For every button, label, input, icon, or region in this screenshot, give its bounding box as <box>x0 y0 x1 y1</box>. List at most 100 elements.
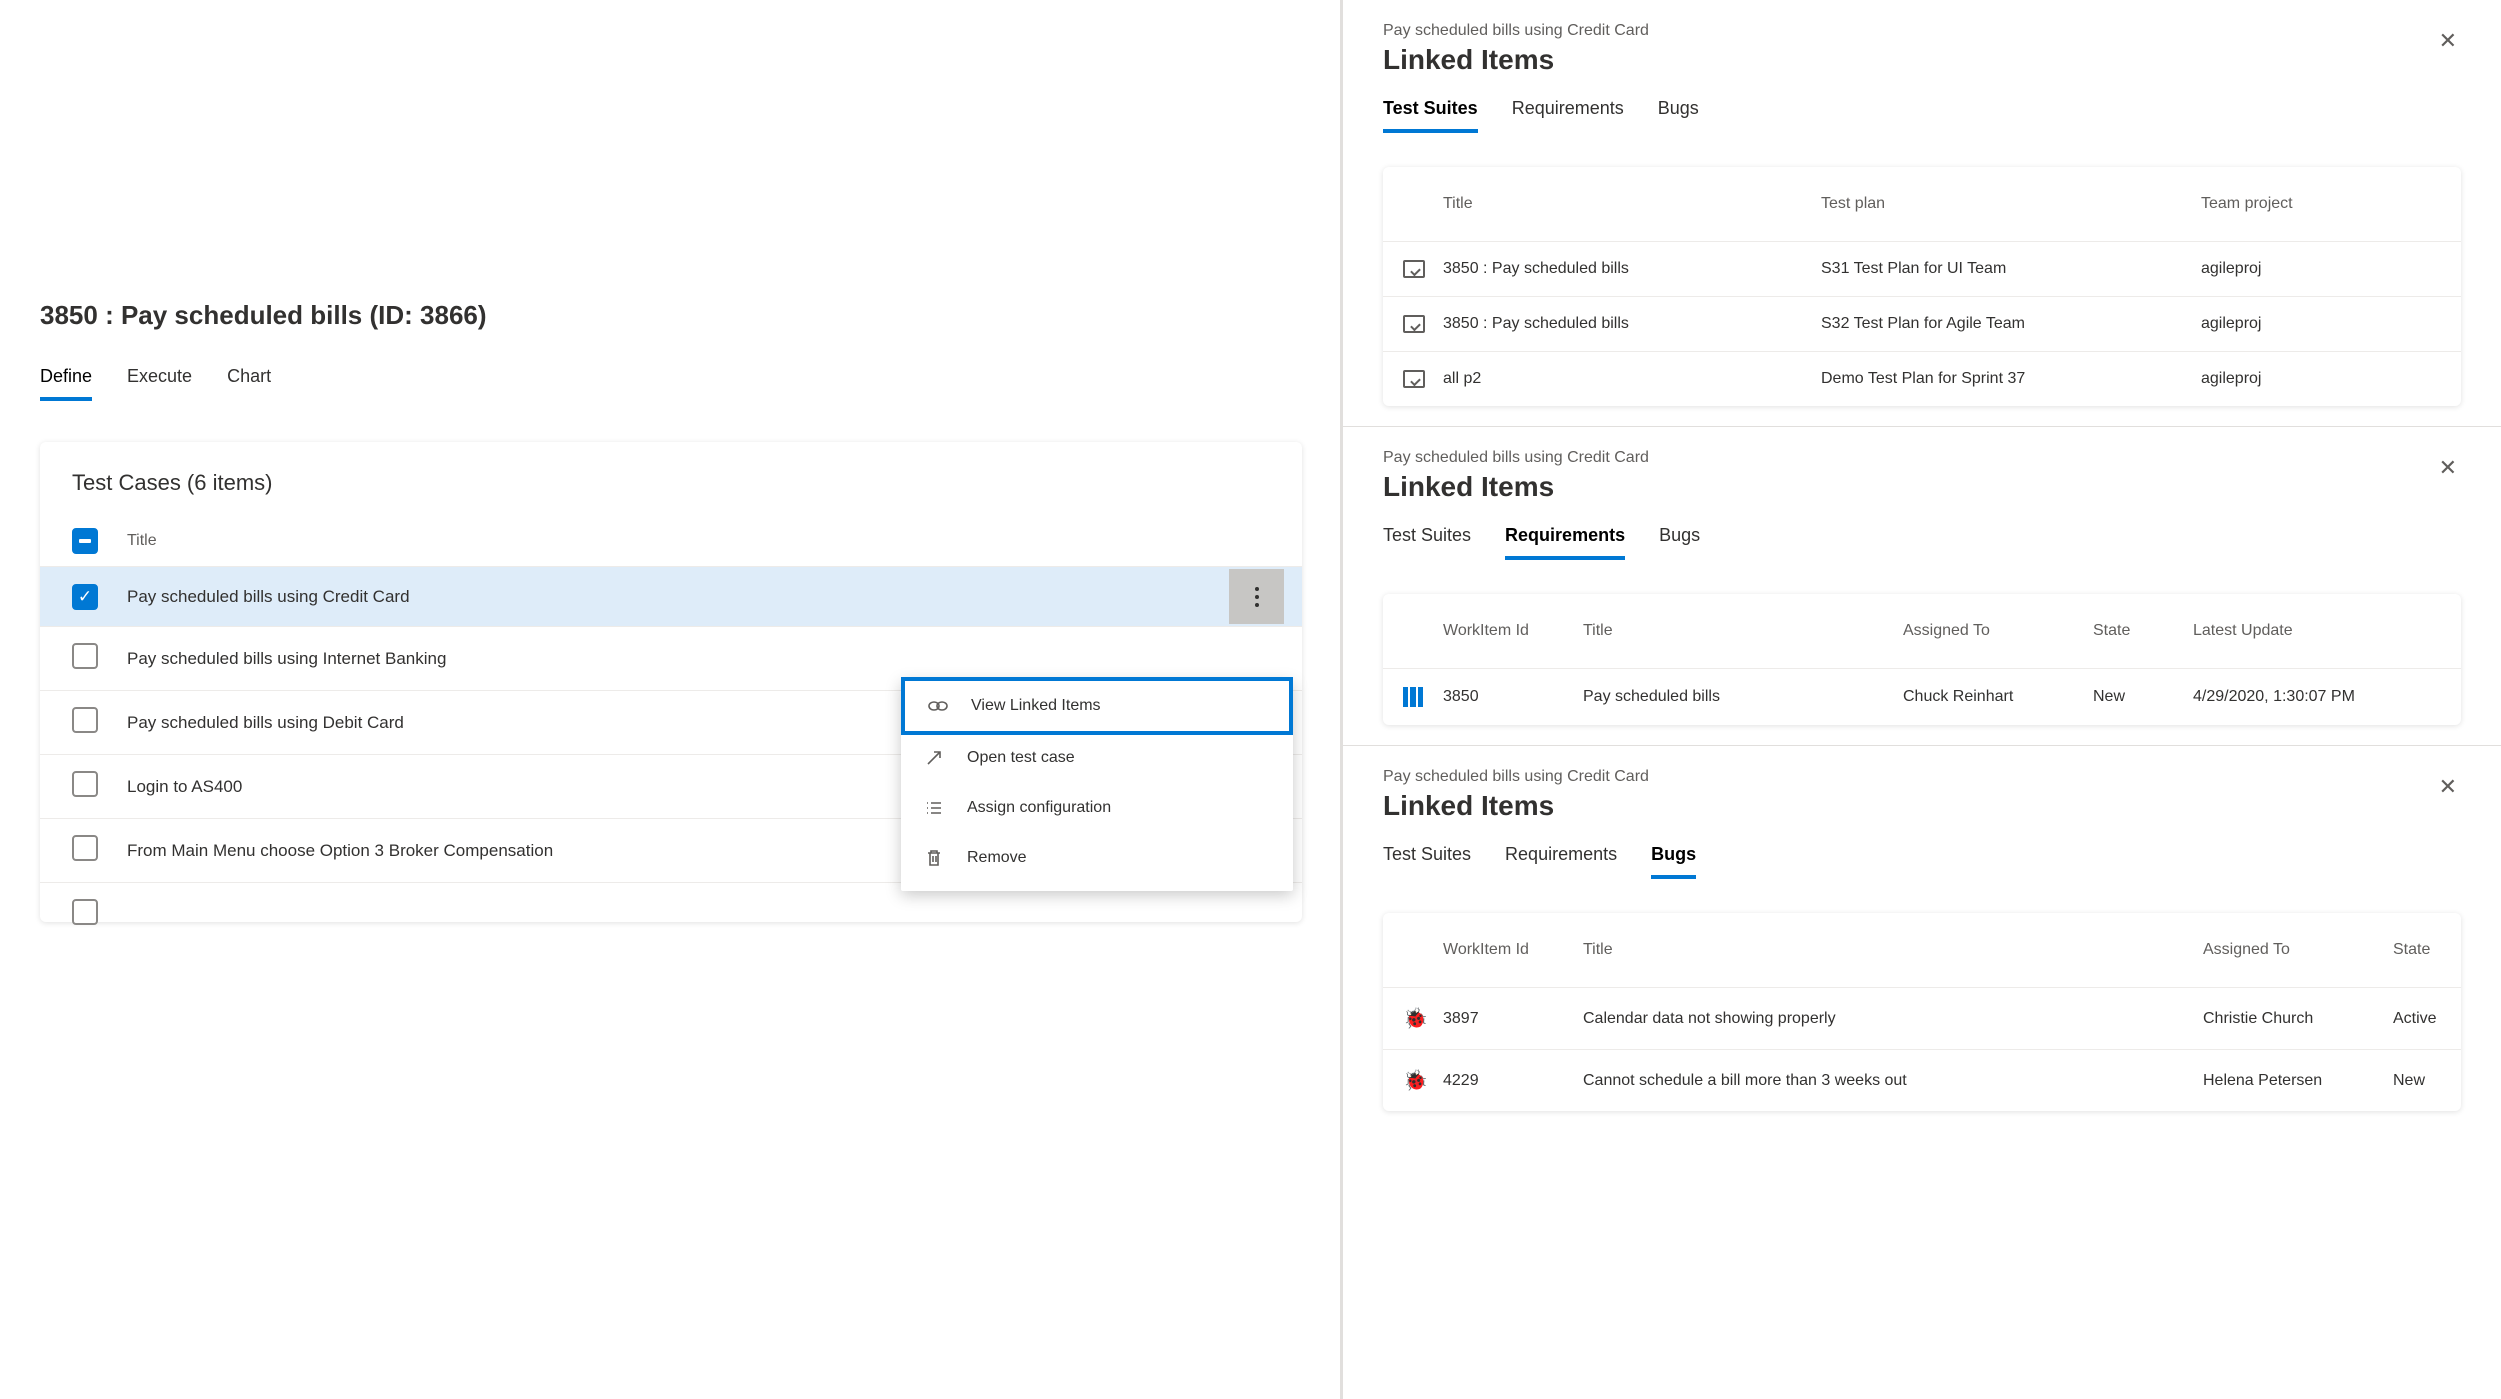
cell-id: 4229 <box>1443 1072 1583 1090</box>
menu-label: View Linked Items <box>971 697 1101 715</box>
cell-assigned: Christie Church <box>2203 1010 2393 1028</box>
panel-title: Linked Items <box>1383 44 2461 76</box>
table-row[interactable]: 3850 : Pay scheduled bills S31 Test Plan… <box>1383 241 2461 296</box>
col-title[interactable]: Title <box>1583 622 1903 640</box>
close-icon[interactable]: ✕ <box>2439 28 2457 54</box>
table-row[interactable]: 🐞 3897 Calendar data not showing properl… <box>1383 987 2461 1049</box>
col-workitem-id[interactable]: WorkItem Id <box>1443 622 1583 640</box>
panel-subtitle: Pay scheduled bills using Credit Card <box>1383 768 2461 786</box>
suite-icon <box>1403 260 1443 278</box>
linked-items-panel-requirements: ✕ Pay scheduled bills using Credit Card … <box>1343 426 2501 745</box>
table-row[interactable]: 3850 : Pay scheduled bills S32 Test Plan… <box>1383 296 2461 351</box>
menu-remove[interactable]: Remove <box>901 833 1293 883</box>
list-icon <box>923 800 945 816</box>
col-state[interactable]: State <box>2393 941 2461 959</box>
cell-assigned: Chuck Reinhart <box>1903 688 2093 706</box>
panel-subtitle: Pay scheduled bills using Credit Card <box>1383 22 2461 40</box>
linked-items-panel-bugs: ✕ Pay scheduled bills using Credit Card … <box>1343 745 2501 1131</box>
menu-label: Open test case <box>967 749 1075 767</box>
panel-title: Linked Items <box>1383 790 2461 822</box>
cell-id: 3897 <box>1443 1010 1583 1028</box>
link-icon <box>927 699 949 713</box>
menu-open-test-case[interactable]: Open test case <box>901 733 1293 783</box>
more-icon <box>1255 587 1259 607</box>
row-checkbox[interactable] <box>72 771 98 797</box>
row-checkbox[interactable] <box>72 643 98 669</box>
cell-state: New <box>2093 688 2193 706</box>
col-assigned-to[interactable]: Assigned To <box>2203 941 2393 959</box>
col-latest-update[interactable]: Latest Update <box>2193 622 2443 640</box>
cell-plan: Demo Test Plan for Sprint 37 <box>1821 370 2201 388</box>
cell-title: Cannot schedule a bill more than 3 weeks… <box>1583 1072 2203 1090</box>
linked-items-panel-suites: ✕ Pay scheduled bills using Credit Card … <box>1343 0 2501 426</box>
cell-project: agileproj <box>2201 260 2441 278</box>
cell-assigned: Helena Petersen <box>2203 1072 2393 1090</box>
requirement-icon <box>1403 687 1443 707</box>
bug-icon: 🐞 <box>1403 1006 1443 1031</box>
col-team-project[interactable]: Team project <box>2201 195 2441 213</box>
col-test-plan[interactable]: Test plan <box>1821 195 2201 213</box>
cell-title: all p2 <box>1443 370 1821 388</box>
suite-icon <box>1403 315 1443 333</box>
title-column-header[interactable]: Title <box>127 532 157 550</box>
panel-tab-requirements[interactable]: Requirements <box>1512 98 1624 133</box>
test-cases-title: Test Cases (6 items) <box>40 470 1302 516</box>
panel-tab-test-suites[interactable]: Test Suites <box>1383 844 1471 879</box>
cell-project: agileproj <box>2201 370 2441 388</box>
trash-icon <box>923 849 945 867</box>
panel-title: Linked Items <box>1383 471 2461 503</box>
row-checkbox[interactable]: ✓ <box>72 584 98 610</box>
cell-project: agileproj <box>2201 315 2441 333</box>
col-state[interactable]: State <box>2093 622 2193 640</box>
page-title: 3850 : Pay scheduled bills (ID: 3866) <box>40 300 1300 331</box>
cell-title: Pay scheduled bills <box>1583 688 1903 706</box>
cell-state: Active <box>2393 1010 2461 1028</box>
table-row[interactable]: ✓ Pay scheduled bills using Credit Card <box>40 566 1302 626</box>
row-checkbox[interactable] <box>72 899 98 925</box>
col-title[interactable]: Title <box>1583 941 2203 959</box>
table-row[interactable]: all p2 Demo Test Plan for Sprint 37 agil… <box>1383 351 2461 406</box>
close-icon[interactable]: ✕ <box>2439 455 2457 481</box>
tab-define[interactable]: Define <box>40 366 92 401</box>
cell-title: 3850 : Pay scheduled bills <box>1443 260 1821 278</box>
panel-subtitle: Pay scheduled bills using Credit Card <box>1383 449 2461 467</box>
panel-tab-bugs[interactable]: Bugs <box>1658 98 1699 133</box>
cell-plan: S32 Test Plan for Agile Team <box>1821 315 2201 333</box>
open-icon <box>923 749 945 767</box>
panel-tab-bugs[interactable]: Bugs <box>1659 525 1700 560</box>
cell-title: Calendar data not showing properly <box>1583 1010 2203 1028</box>
suite-icon <box>1403 370 1443 388</box>
table-row[interactable]: 🐞 4229 Cannot schedule a bill more than … <box>1383 1049 2461 1111</box>
table-row[interactable]: 3850 Pay scheduled bills Chuck Reinhart … <box>1383 668 2461 725</box>
row-title: Pay scheduled bills using Internet Banki… <box>127 649 1270 669</box>
col-title[interactable]: Title <box>1443 195 1821 213</box>
panel-tab-requirements[interactable]: Requirements <box>1505 844 1617 879</box>
col-assigned-to[interactable]: Assigned To <box>1903 622 2093 640</box>
row-checkbox[interactable] <box>72 707 98 733</box>
row-checkbox[interactable] <box>72 835 98 861</box>
close-icon[interactable]: ✕ <box>2439 774 2457 800</box>
left-tabs: Define Execute Chart <box>40 366 1300 402</box>
cell-state: New <box>2393 1072 2461 1090</box>
panel-tab-requirements[interactable]: Requirements <box>1505 525 1625 560</box>
menu-label: Remove <box>967 849 1027 867</box>
cell-title: 3850 : Pay scheduled bills <box>1443 315 1821 333</box>
row-more-button[interactable] <box>1229 569 1284 624</box>
row-title: Pay scheduled bills using Credit Card <box>127 587 1229 607</box>
cell-id: 3850 <box>1443 688 1583 706</box>
menu-assign-configuration[interactable]: Assign configuration <box>901 783 1293 833</box>
menu-label: Assign configuration <box>967 799 1111 817</box>
panel-tab-test-suites[interactable]: Test Suites <box>1383 525 1471 560</box>
panel-tab-bugs[interactable]: Bugs <box>1651 844 1696 879</box>
select-all-checkbox[interactable] <box>72 528 98 554</box>
cell-plan: S31 Test Plan for UI Team <box>1821 260 2201 278</box>
cell-updated: 4/29/2020, 1:30:07 PM <box>2193 688 2443 706</box>
menu-view-linked-items[interactable]: View Linked Items <box>901 677 1293 735</box>
tab-chart[interactable]: Chart <box>227 366 271 401</box>
tab-execute[interactable]: Execute <box>127 366 192 401</box>
panel-tab-test-suites[interactable]: Test Suites <box>1383 98 1478 133</box>
bug-icon: 🐞 <box>1403 1068 1443 1093</box>
list-header: Title <box>40 516 1302 566</box>
col-workitem-id[interactable]: WorkItem Id <box>1443 941 1583 959</box>
context-menu: View Linked Items Open test case Assign … <box>901 679 1293 891</box>
